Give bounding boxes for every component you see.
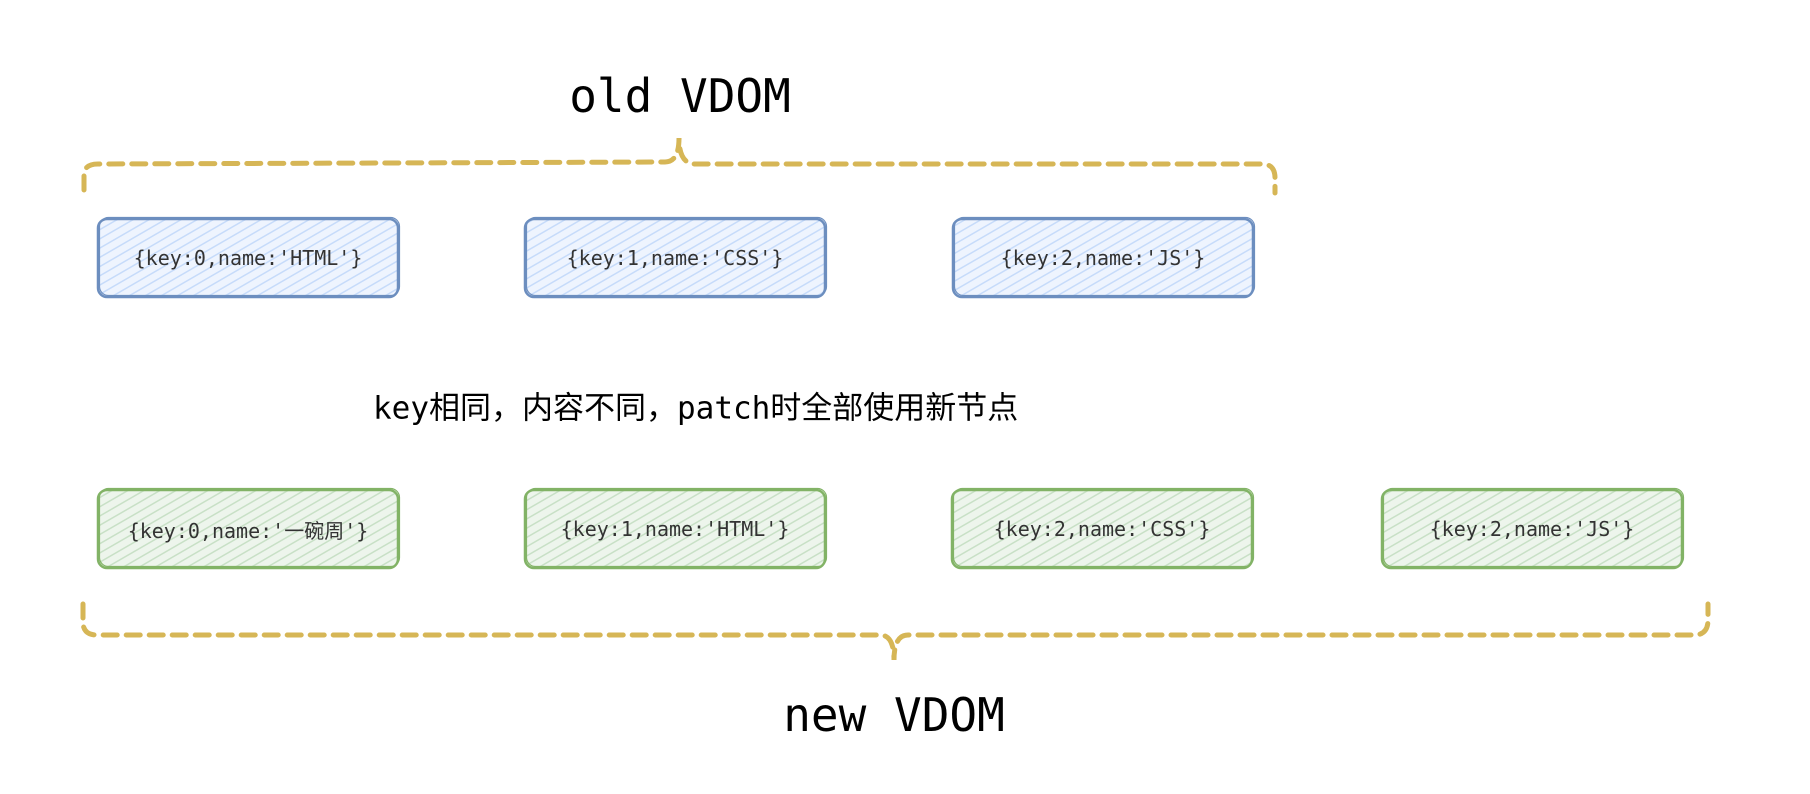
new-vdom-brace [80, 601, 1711, 661]
new-node-2: {key:2,name:'CSS'} [993, 517, 1211, 541]
new-node-3: {key:2,name:'JS'} [1429, 517, 1635, 541]
new-node-1: {key:1,name:'HTML'} [560, 517, 790, 541]
explanation-note: key相同，内容不同，patch时全部使用新节点 [373, 390, 1019, 427]
new-node-0: {key:0,name:'一碗周'} [127, 518, 369, 543]
old-node-2: {key:2,name:'JS'} [1000, 246, 1206, 270]
old-vdom-brace [81, 137, 1278, 196]
old-node-0: {key:0,name:'HTML'} [133, 246, 363, 270]
old-vdom-title: old VDOM [569, 69, 791, 123]
new-vdom-title: new VDOM [783, 688, 1005, 742]
old-node-1: {key:1,name:'CSS'} [566, 246, 784, 270]
